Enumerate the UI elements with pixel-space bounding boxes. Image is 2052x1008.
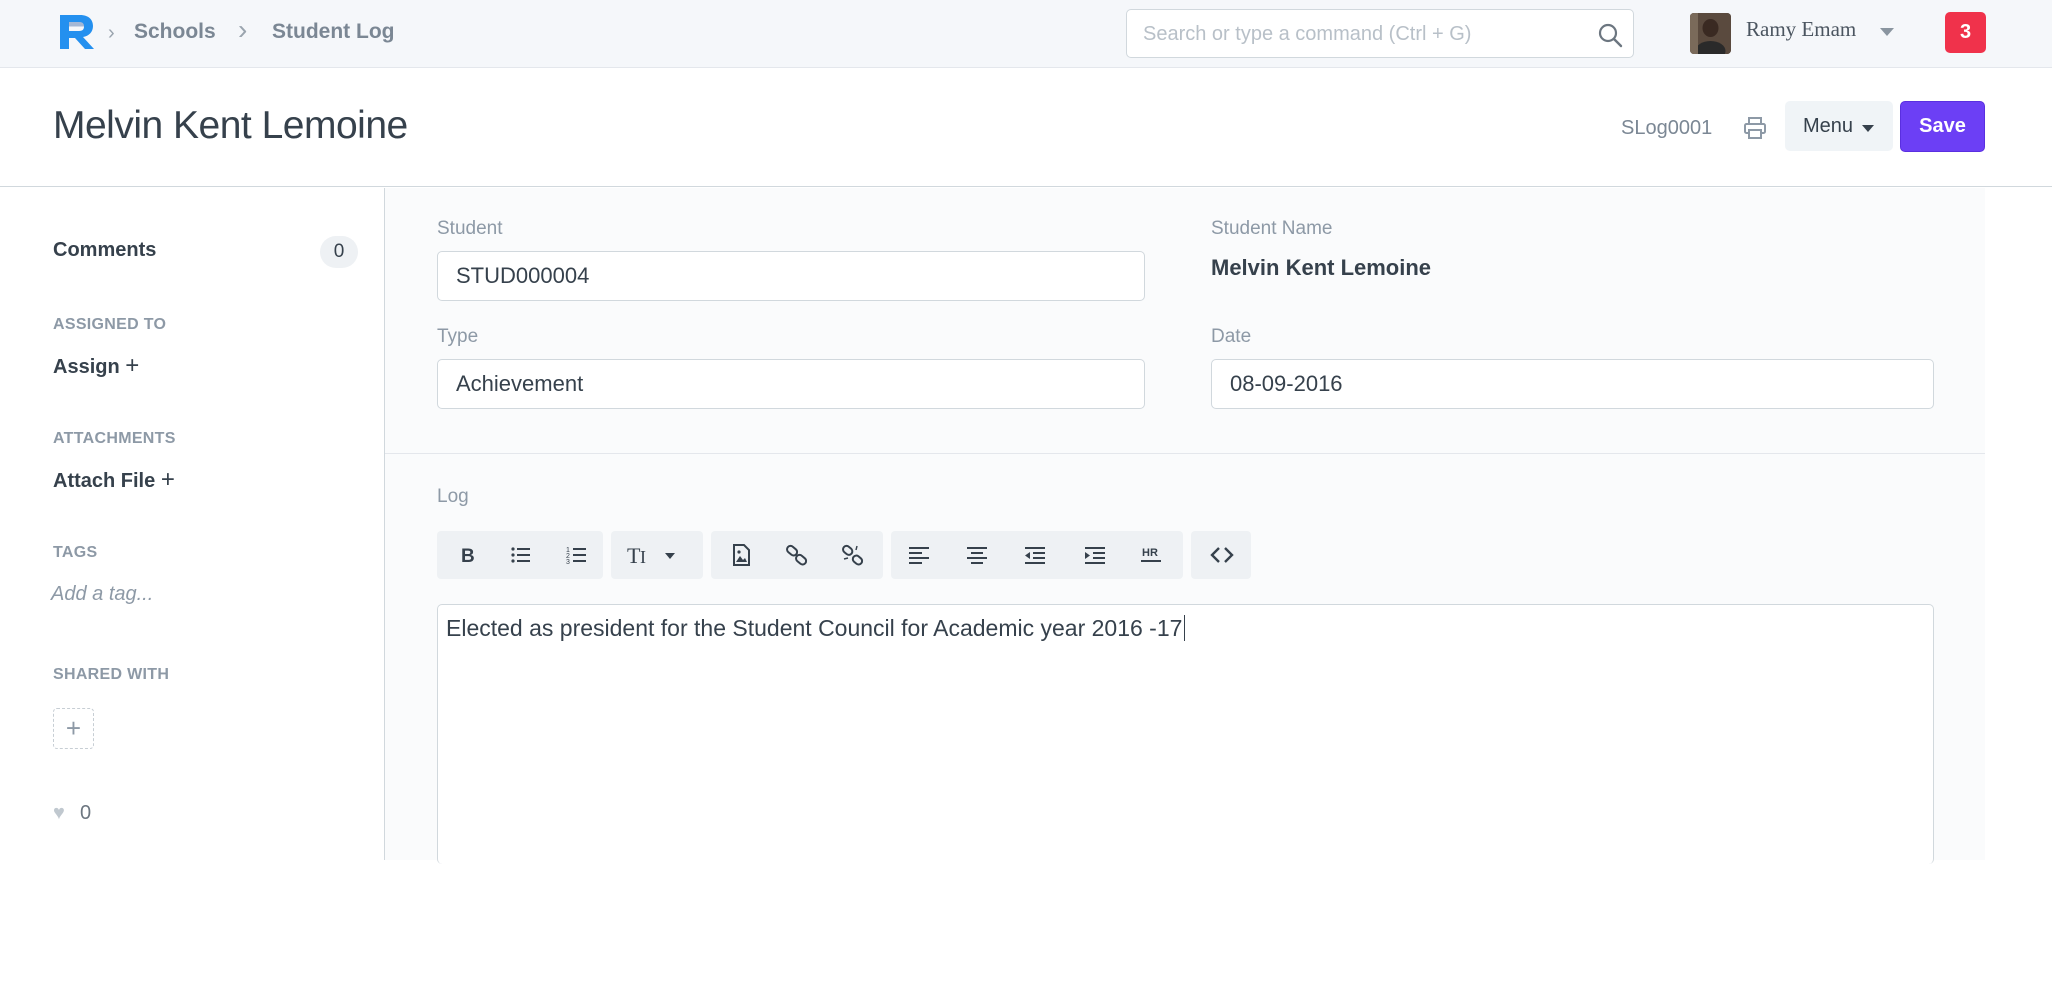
page-title: Melvin Kent Lemoine (53, 104, 408, 147)
editor-toolbar-insert (711, 531, 883, 579)
search-input[interactable] (1143, 20, 1583, 48)
assign-button[interactable]: Assign + (53, 352, 139, 380)
numbered-list-icon[interactable]: 123 (553, 531, 599, 579)
attach-file-button[interactable]: Attach File + (53, 466, 175, 494)
app-logo-icon[interactable] (58, 13, 100, 51)
form-sidebar: Comments 0 ASSIGNED TO Assign + ATTACHME… (0, 188, 384, 860)
form-section-details: Student STUD000004 Student Name Melvin K… (385, 188, 1985, 454)
svg-text:I: I (640, 547, 646, 567)
tags-label: TAGS (53, 544, 98, 561)
top-navbar: › Schools › Student Log Ramy Emam 3 (0, 0, 2052, 68)
log-editor[interactable]: Elected as president for the Student Cou… (437, 604, 1934, 864)
editor-toolbar-format: B 123 (437, 531, 603, 579)
caret-down-icon[interactable] (1880, 28, 1894, 36)
log-text: Elected as president for the Student Cou… (446, 615, 1183, 641)
log-label: Log (437, 486, 469, 507)
comments-link[interactable]: Comments (53, 239, 156, 262)
add-share-button[interactable]: + (53, 708, 94, 749)
editor-toolbar-code (1191, 531, 1251, 579)
text-cursor (1184, 615, 1186, 641)
student-label: Student (437, 218, 503, 239)
svg-text:HR: HR (1142, 547, 1158, 559)
type-select[interactable]: Achievement (437, 359, 1145, 409)
horizontal-rule-icon[interactable]: HR (1127, 531, 1173, 579)
page-header: Melvin Kent Lemoine SLog0001 Menu Save (0, 68, 2052, 187)
svg-text:T: T (627, 543, 641, 567)
form-area: Student STUD000004 Student Name Melvin K… (384, 188, 1985, 864)
date-label: Date (1211, 326, 1252, 347)
avatar[interactable] (1690, 13, 1731, 54)
svg-text:3: 3 (566, 559, 570, 566)
align-left-icon[interactable] (895, 531, 941, 579)
breadcrumb-schools[interactable]: Schools (134, 20, 216, 44)
student-name-label: Student Name (1211, 218, 1333, 239)
plus-icon: + (125, 352, 140, 379)
log-editor-content: Elected as president for the Student Cou… (446, 615, 1186, 642)
attach-file-label: Attach File (53, 470, 156, 492)
assigned-to-label: ASSIGNED TO (53, 316, 167, 333)
breadcrumb-student-log[interactable]: Student Log (272, 20, 394, 44)
shared-with-label: SHARED WITH (53, 666, 170, 683)
document-name: SLog0001 (1621, 117, 1713, 139)
editor-toolbar-align: HR (891, 531, 1183, 579)
link-icon[interactable] (773, 531, 819, 579)
print-icon[interactable] (1743, 116, 1767, 140)
save-button[interactable]: Save (1900, 101, 1985, 152)
menu-button[interactable]: Menu (1785, 101, 1893, 151)
editor-toolbar-size: TI (611, 531, 703, 579)
indent-icon[interactable] (1071, 531, 1117, 579)
bold-icon[interactable]: B (443, 531, 489, 579)
search-box (1126, 9, 1634, 58)
form-section-log: Log B 123 TI HR Elected as president for… (385, 454, 1985, 864)
align-center-icon[interactable] (953, 531, 999, 579)
type-label: Type (437, 326, 479, 347)
attachments-label: ATTACHMENTS (53, 430, 176, 447)
bullet-list-icon[interactable] (497, 531, 543, 579)
add-tag-input[interactable]: Add a tag... (51, 583, 153, 606)
comments-count-badge: 0 (320, 236, 358, 268)
caret-down-icon (1862, 125, 1874, 132)
code-view-icon[interactable] (1198, 531, 1244, 579)
heart-icon[interactable]: ♥ (53, 802, 65, 825)
outdent-icon[interactable] (1011, 531, 1057, 579)
image-icon[interactable] (717, 531, 763, 579)
likes-count: 0 (80, 802, 92, 824)
plus-icon: + (160, 466, 175, 493)
chevron-right-icon: › (238, 14, 248, 45)
svg-text:B: B (461, 546, 475, 567)
plus-icon: + (65, 713, 82, 743)
student-input[interactable]: STUD000004 (437, 251, 1145, 301)
chevron-right-icon: › (108, 22, 115, 44)
user-name[interactable]: Ramy Emam (1746, 17, 1856, 42)
date-input[interactable]: 08-09-2016 (1211, 359, 1934, 409)
assign-label: Assign (53, 356, 120, 378)
notification-badge[interactable]: 3 (1945, 12, 1986, 53)
search-icon[interactable] (1597, 22, 1623, 48)
student-name-value: Melvin Kent Lemoine (1211, 255, 1432, 280)
text-size-icon[interactable]: TI (615, 531, 699, 579)
unlink-icon[interactable] (829, 531, 875, 579)
